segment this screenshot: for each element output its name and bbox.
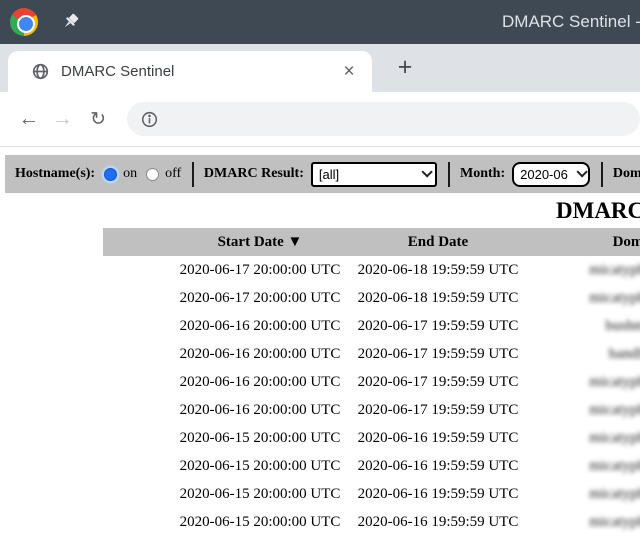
table-row[interactable]: 2020-06-15 20:00:00 UTC 2020-06-16 19:59… (103, 480, 640, 508)
hostnames-label: Hostname(s): (15, 166, 95, 182)
domain-filter-label: Domain: (613, 166, 640, 182)
tab-strip: DMARC Sentinel × + (0, 44, 640, 92)
cell-start: 2020-06-15 20:00:00 UTC (177, 486, 343, 503)
cell-domain: micatyphlbredw (533, 402, 640, 419)
cell-start: 2020-06-16 20:00:00 UTC (177, 318, 343, 335)
cell-end: 2020-06-17 19:59:59 UTC (343, 318, 533, 335)
table-row[interactable]: 2020-06-16 20:00:00 UTC 2020-06-17 19:59… (103, 340, 640, 368)
table-row[interactable]: 2020-06-16 20:00:00 UTC 2020-06-17 19:59… (103, 396, 640, 424)
cell-end: 2020-06-17 19:59:59 UTC (343, 374, 533, 391)
browser-tab[interactable]: DMARC Sentinel × (8, 51, 372, 92)
globe-icon (32, 63, 49, 80)
cell-domain: bandlidec (533, 346, 640, 363)
cell-start: 2020-06-17 20:00:00 UTC (177, 290, 343, 307)
chevron-down-icon (576, 166, 587, 177)
cell-end: 2020-06-16 19:59:59 UTC (343, 430, 533, 447)
browser-toolbar: ← → ↻ (0, 92, 640, 147)
info-icon[interactable] (141, 111, 158, 128)
divider (192, 162, 194, 187)
start-date-column-header[interactable]: Start Date ▼ (177, 234, 343, 251)
cell-domain: micatyphlbredw (533, 458, 640, 475)
cell-end: 2020-06-16 19:59:59 UTC (343, 458, 533, 475)
table-row[interactable]: 2020-06-16 20:00:00 UTC 2020-06-17 19:59… (103, 312, 640, 340)
new-tab-button[interactable]: + (388, 50, 422, 84)
window-title: DMARC Sentinel - (502, 0, 640, 44)
titlebar: DMARC Sentinel - (0, 0, 640, 44)
cell-domain: bushmelde (533, 318, 640, 335)
filter-bar: Hostname(s): on off DMARC Result: [all] … (5, 155, 640, 193)
table-row[interactable]: 2020-06-15 20:00:00 UTC 2020-06-16 19:59… (103, 452, 640, 480)
close-icon[interactable]: × (338, 61, 360, 83)
table-row[interactable]: 2020-06-15 20:00:00 UTC 2020-06-16 19:59… (103, 424, 640, 452)
table-row[interactable]: 2020-06-16 20:00:00 UTC 2020-06-17 19:59… (103, 368, 640, 396)
tab-title: DMARC Sentinel (61, 63, 338, 80)
cell-end: 2020-06-16 19:59:59 UTC (343, 486, 533, 503)
cell-domain: micatyphlbredw (533, 486, 640, 503)
reload-icon[interactable]: ↻ (83, 104, 113, 134)
cell-start: 2020-06-16 20:00:00 UTC (177, 374, 343, 391)
month-label: Month: (460, 166, 505, 182)
cell-domain: micatyphlbredw (533, 430, 640, 447)
end-date-column-header[interactable]: End Date (343, 234, 533, 251)
cell-end: 2020-06-17 19:59:59 UTC (343, 402, 533, 419)
hostnames-off-radio[interactable] (146, 168, 159, 181)
address-bar[interactable] (127, 102, 640, 136)
hostnames-off-label[interactable]: off (165, 166, 181, 182)
table-header-row: Start Date ▼ End Date Domain (103, 228, 640, 256)
cell-domain: micatyphlbredw (533, 514, 640, 531)
table-row[interactable]: 2020-06-15 20:00:00 UTC 2020-06-16 19:59… (103, 508, 640, 536)
table-body: 2020-06-17 20:00:00 UTC 2020-06-18 19:59… (103, 256, 640, 536)
cell-start: 2020-06-16 20:00:00 UTC (177, 346, 343, 363)
month-select[interactable]: 2020-06 (512, 162, 590, 187)
cell-end: 2020-06-17 19:59:59 UTC (343, 346, 533, 363)
cell-start: 2020-06-15 20:00:00 UTC (177, 430, 343, 447)
cell-start: 2020-06-15 20:00:00 UTC (177, 458, 343, 475)
cell-end: 2020-06-18 19:59:59 UTC (343, 290, 533, 307)
page-title: DMARC (556, 198, 640, 224)
chrome-logo-icon (10, 8, 38, 36)
dmarc-result-label: DMARC Result: (204, 166, 304, 182)
cell-domain: micatyphlbredw (533, 262, 640, 279)
cell-end: 2020-06-16 19:59:59 UTC (343, 514, 533, 531)
month-value: 2020-06 (520, 167, 568, 182)
domain-column-header[interactable]: Domain (533, 234, 640, 251)
divider (601, 162, 603, 187)
report-table: Start Date ▼ End Date Domain 2020-06-17 … (103, 228, 640, 536)
browser-window: DMARC Sentinel - DMARC Sentinel × + ← → … (0, 0, 640, 537)
dmarc-result-select[interactable]: [all] (311, 162, 437, 187)
forward-icon: → (48, 104, 78, 134)
cell-start: 2020-06-17 20:00:00 UTC (177, 262, 343, 279)
cell-start: 2020-06-16 20:00:00 UTC (177, 402, 343, 419)
table-row[interactable]: 2020-06-17 20:00:00 UTC 2020-06-18 19:59… (103, 284, 640, 312)
hostnames-on-label[interactable]: on (123, 166, 137, 182)
table-row[interactable]: 2020-06-17 20:00:00 UTC 2020-06-18 19:59… (103, 256, 640, 284)
pin-icon (60, 12, 80, 32)
hostnames-on-radio[interactable] (104, 168, 117, 181)
cell-end: 2020-06-18 19:59:59 UTC (343, 262, 533, 279)
dmarc-result-value: [all] (319, 167, 413, 182)
cell-start: 2020-06-15 20:00:00 UTC (177, 514, 343, 531)
divider (448, 162, 450, 187)
cell-domain: micatyphlbredw (533, 374, 640, 391)
chevron-down-icon (422, 166, 433, 177)
back-icon[interactable]: ← (14, 104, 44, 134)
cell-domain: micatyphlbredw (533, 290, 640, 307)
